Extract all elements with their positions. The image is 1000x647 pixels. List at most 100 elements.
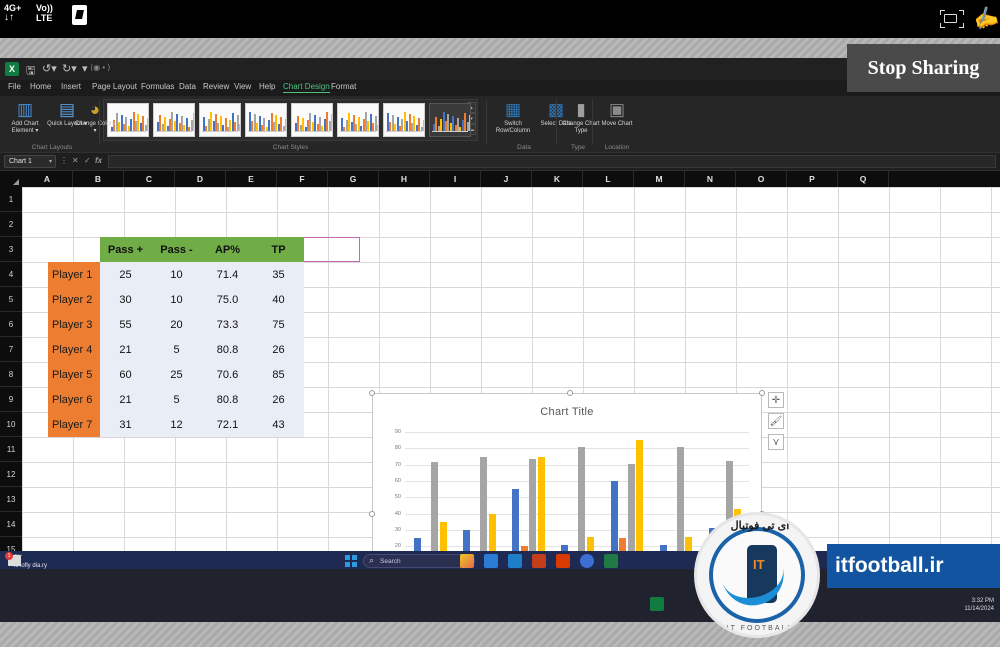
column-header-A[interactable]: A: [22, 171, 73, 187]
table-data-cell[interactable]: 60: [100, 362, 151, 387]
row-header-14[interactable]: 14: [0, 512, 22, 537]
chart-side-buttons[interactable]: ✛ 🖌 ⋎: [768, 392, 784, 455]
taskbar-icon-whatsapp[interactable]: [604, 554, 618, 568]
change-colors-button[interactable]: ◕ Change Colors ▾: [74, 99, 116, 135]
chart-style-thumb-4[interactable]: [245, 103, 287, 137]
ribbon-tab-help[interactable]: Help: [259, 82, 275, 91]
column-header-B[interactable]: B: [73, 171, 124, 187]
table-data-cell[interactable]: 72.1: [202, 412, 253, 437]
resize-handle-w[interactable]: [369, 510, 375, 517]
taskbar-icon-edge[interactable]: [508, 554, 522, 568]
chart-style-thumb-5[interactable]: [291, 103, 333, 137]
table-data-cell[interactable]: 40: [253, 287, 304, 312]
table-header-cell[interactable]: Pass +: [100, 237, 151, 262]
table-header-cell[interactable]: AP%: [202, 237, 253, 262]
table-row-label[interactable]: Player 4: [48, 337, 100, 362]
table-row-label[interactable]: Player 7: [48, 412, 100, 437]
ribbon-tab-formulas[interactable]: Formulas: [141, 82, 174, 91]
column-header-L[interactable]: L: [583, 171, 634, 187]
column-header-P[interactable]: P: [787, 171, 838, 187]
table-row-label[interactable]: Player 6: [48, 387, 100, 412]
ribbon-tab-home[interactable]: Home: [30, 82, 51, 91]
ribbon-tab-format[interactable]: Format: [331, 82, 356, 91]
table-data-cell[interactable]: 25: [151, 362, 202, 387]
column-header-N[interactable]: N: [685, 171, 736, 187]
add-chart-element-button[interactable]: ▥ Add Chart Element ▾: [4, 99, 46, 135]
row-header-2[interactable]: 2: [0, 212, 22, 237]
table-row-label[interactable]: Player 2: [48, 287, 100, 312]
column-header-M[interactable]: M: [634, 171, 685, 187]
chart-elements-button[interactable]: ✛: [768, 392, 784, 408]
column-header-D[interactable]: D: [175, 171, 226, 187]
table-header-cell[interactable]: TP: [253, 237, 304, 262]
row-header-11[interactable]: 11: [0, 437, 22, 462]
row-header-12[interactable]: 12: [0, 462, 22, 487]
taskbar-icon-chrome[interactable]: [580, 554, 594, 568]
row-header-5[interactable]: 5: [0, 287, 22, 312]
taskbar-icon-office[interactable]: [532, 554, 546, 568]
notification-toast[interactable]: 1 BY kHofly dia.ry: [5, 552, 47, 570]
undo-icon[interactable]: ↺▾: [42, 62, 57, 75]
chevron-down-icon[interactable]: ▾: [49, 156, 52, 168]
row-header-10[interactable]: 10: [0, 412, 22, 437]
column-header-O[interactable]: O: [736, 171, 787, 187]
ribbon-tab-review[interactable]: Review: [203, 82, 229, 91]
table-data-cell[interactable]: 5: [151, 337, 202, 362]
table-data-cell[interactable]: 80.8: [202, 387, 253, 412]
table-data-cell[interactable]: 26: [253, 387, 304, 412]
table-data-cell[interactable]: 5: [151, 387, 202, 412]
name-box[interactable]: Chart 1 ▾: [4, 155, 56, 168]
cancel-icon[interactable]: ✕: [72, 156, 79, 165]
taskbar-icon-excel[interactable]: [650, 597, 664, 611]
ribbon-tab-data[interactable]: Data: [179, 82, 196, 91]
table-data-cell[interactable]: 55: [100, 312, 151, 337]
autosave-toggle[interactable]: ⟨◉ • ⟩: [90, 63, 110, 72]
table-data-cell[interactable]: 73.3: [202, 312, 253, 337]
formula-options-icon[interactable]: ⋮: [60, 156, 68, 165]
move-chart-button[interactable]: ▣ Move Chart: [596, 99, 638, 128]
chart-style-thumb-7[interactable]: [383, 103, 425, 137]
column-header-C[interactable]: C: [124, 171, 175, 187]
row-header-7[interactable]: 7: [0, 337, 22, 362]
column-header-K[interactable]: K: [532, 171, 583, 187]
table-data-cell[interactable]: 21: [100, 387, 151, 412]
column-header-I[interactable]: I: [430, 171, 481, 187]
taskbar-icon-explorer[interactable]: [484, 554, 498, 568]
chart-style-thumb-3[interactable]: [199, 103, 241, 137]
row-header-9[interactable]: 9: [0, 387, 22, 412]
table-data-cell[interactable]: 12: [151, 412, 202, 437]
taskbar-clock[interactable]: 3:32 PM 11/14/2024: [964, 597, 994, 613]
table-data-cell[interactable]: 21: [100, 337, 151, 362]
column-header-G[interactable]: G: [328, 171, 379, 187]
table-data-cell[interactable]: 71.4: [202, 262, 253, 287]
table-data-cell[interactable]: 10: [151, 287, 202, 312]
row-header-3[interactable]: 3: [0, 237, 22, 262]
table-data-cell[interactable]: 10: [151, 262, 202, 287]
chart-title[interactable]: Chart Title: [373, 406, 761, 418]
ribbon-tab-chart-design[interactable]: Chart Design: [283, 82, 330, 93]
resize-handle-n[interactable]: [567, 390, 573, 396]
ribbon-tab-view[interactable]: View: [234, 82, 251, 91]
row-header-1[interactable]: 1: [0, 187, 22, 212]
row-header-8[interactable]: 8: [0, 362, 22, 387]
table-data-cell[interactable]: 85: [253, 362, 304, 387]
table-data-cell[interactable]: 30: [100, 287, 151, 312]
table-data-cell[interactable]: 20: [151, 312, 202, 337]
table-data-cell[interactable]: 26: [253, 337, 304, 362]
more-icon[interactable]: ▾: [82, 62, 88, 75]
table-row-label[interactable]: Player 3: [48, 312, 100, 337]
table-data-cell[interactable]: 75.0: [202, 287, 253, 312]
resize-handle-ne[interactable]: [759, 390, 765, 396]
chart-style-thumb-6[interactable]: [337, 103, 379, 137]
switch-row-column-button[interactable]: ▦ Switch Row/Column: [492, 99, 534, 135]
enter-icon[interactable]: ✓: [84, 156, 91, 165]
column-header-H[interactable]: H: [379, 171, 430, 187]
resize-handle-nw[interactable]: [369, 390, 375, 396]
table-data-cell[interactable]: 75: [253, 312, 304, 337]
table-data-cell[interactable]: 70.6: [202, 362, 253, 387]
table-data-cell[interactable]: 25: [100, 262, 151, 287]
chart-style-thumb-2[interactable]: [153, 103, 195, 137]
chart-style-thumb-8[interactable]: [429, 103, 471, 137]
insert-function-icon[interactable]: fx: [95, 156, 102, 165]
table-header-cell[interactable]: Pass -: [151, 237, 202, 262]
